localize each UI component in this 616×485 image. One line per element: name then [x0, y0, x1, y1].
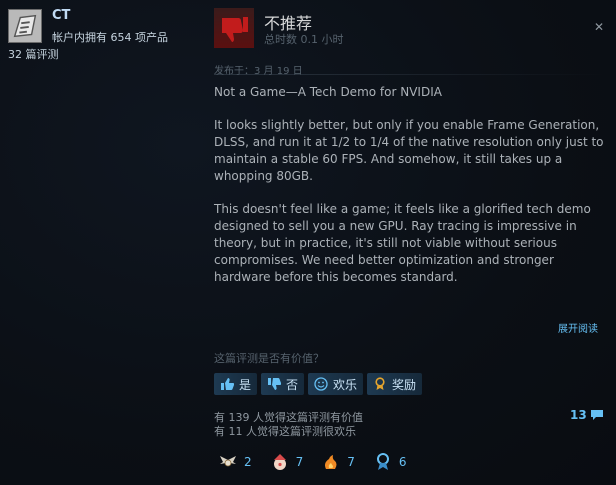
review-body: Not a Game—A Tech Demo for NVIDIA It loo… — [214, 84, 606, 302]
review-stats: 有 139 人觉得这篇评测有价值 有 11 人觉得这篇评测很欢乐 — [214, 411, 363, 439]
award-count: 6 — [398, 455, 407, 469]
award-label: 奖励 — [392, 377, 417, 392]
vote-funny-label: 欢乐 — [333, 377, 358, 392]
thumbs-down-small-icon — [268, 378, 282, 390]
award-medal-icon — [375, 377, 385, 390]
username-link[interactable]: CT — [52, 8, 70, 23]
review-title: Not a Game—A Tech Demo for NVIDIA — [214, 85, 442, 99]
comments-link[interactable]: 13 — [570, 408, 604, 422]
award-item[interactable]: 7 — [270, 452, 304, 472]
review-paragraph-1: It looks slightly better, but only if yo… — [214, 118, 604, 183]
thumbs-up-icon — [221, 378, 234, 390]
user-avatar[interactable] — [8, 9, 42, 43]
award-count: 2 — [244, 455, 252, 469]
expand-review-link[interactable]: 展开阅读 — [558, 320, 598, 335]
vote-no-label: 否 — [286, 377, 299, 392]
clown-award-icon — [273, 454, 286, 470]
vote-buttons: 是 否 欢乐 奖励 — [214, 373, 423, 395]
avatar-image — [9, 10, 41, 42]
comment-count: 13 — [570, 408, 587, 422]
award-count: 7 — [295, 455, 304, 469]
hot-take-award-icon — [325, 455, 337, 469]
vote-yes-button[interactable]: 是 — [214, 373, 258, 395]
products-owned-link[interactable]: 帐户内拥有 654 项产品 — [52, 29, 168, 45]
playtime-hours: 总时数 0.1 小时 — [264, 33, 344, 46]
vote-funny-button[interactable]: 欢乐 — [308, 373, 364, 395]
ribbon-award-icon — [376, 453, 389, 470]
award-item[interactable]: 6 — [373, 452, 407, 472]
review-paragraph-2: This doesn't feel like a game; it feels … — [214, 202, 591, 284]
thumbs-down-icon — [214, 8, 254, 48]
helpful-count: 有 139 人觉得这篇评测有价值 — [214, 411, 363, 424]
vote-no-button[interactable]: 否 — [261, 373, 305, 395]
award-count: 7 — [347, 455, 355, 469]
review-count-link[interactable]: 32 篇评测 — [8, 46, 59, 62]
award-button[interactable]: 奖励 — [367, 373, 423, 395]
vote-yes-label: 是 — [239, 377, 252, 392]
comment-bubble-icon — [590, 410, 603, 420]
divider — [214, 74, 604, 75]
smiley-icon — [314, 377, 328, 391]
awards-row: 2 7 7 6 — [218, 452, 407, 472]
award-item[interactable]: 2 — [218, 452, 252, 472]
winged-award-icon — [220, 456, 236, 467]
close-icon[interactable]: ✕ — [594, 20, 604, 34]
funny-count: 有 11 人觉得这篇评测很欢乐 — [214, 425, 356, 438]
award-item[interactable]: 7 — [321, 452, 355, 472]
helpful-question: 这篇评测是否有价值？ — [214, 352, 324, 365]
